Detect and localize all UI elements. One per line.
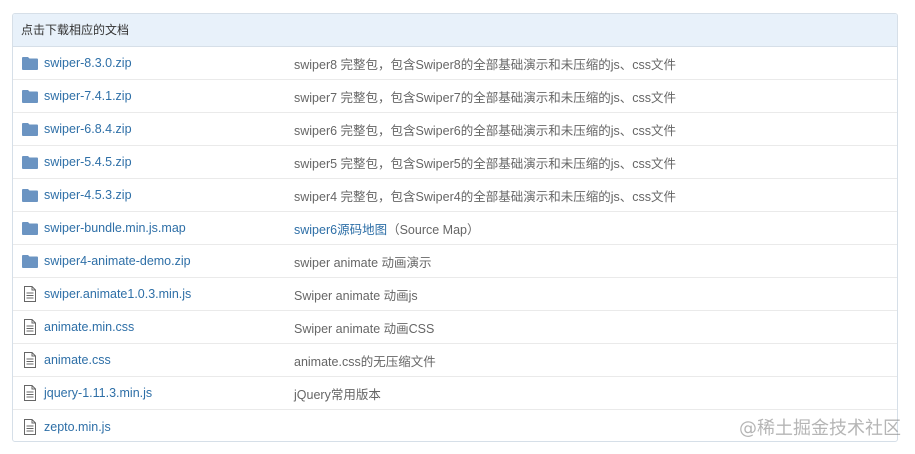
file-row: animate.min.css Swiper animate 动画CSS <box>13 311 897 344</box>
file-icon <box>22 385 38 401</box>
file-description-text: swiper4 完整包，包含Swiper4的全部基础演示和未压缩的js、css文… <box>294 189 676 204</box>
file-download-link[interactable]: swiper-4.5.3.zip <box>44 188 294 202</box>
file-icon <box>22 352 38 368</box>
file-download-link[interactable]: animate.css <box>44 353 294 367</box>
folder-icon <box>22 253 38 269</box>
folder-icon <box>22 220 38 236</box>
file-download-link[interactable]: swiper4-animate-demo.zip <box>44 254 294 268</box>
file-description: Swiper animate 动画CSS <box>294 318 434 337</box>
file-row: swiper.animate1.0.3.min.js Swiper animate… <box>13 278 897 311</box>
file-description: swiper7 完整包，包含Swiper7的全部基础演示和未压缩的js、css文… <box>294 87 676 106</box>
file-description-text: （Source Map） <box>387 222 480 237</box>
file-icon <box>22 418 38 435</box>
file-description: animate.css的无压缩文件 <box>294 351 436 370</box>
folder-icon <box>22 187 38 203</box>
file-description: swiper5 完整包，包含Swiper5的全部基础演示和未压缩的js、css文… <box>294 153 676 172</box>
file-icon <box>22 286 38 302</box>
file-row: swiper-4.5.3.zip swiper4 完整包，包含Swiper4的全部… <box>13 179 897 212</box>
folder-icon <box>22 121 38 137</box>
panel-title: 点击下载相应的文档 <box>13 14 897 47</box>
file-list: swiper-8.3.0.zip swiper8 完整包，包含Swiper8的全部… <box>13 47 897 441</box>
file-description: swiper6 完整包，包含Swiper6的全部基础演示和未压缩的js、css文… <box>294 120 676 139</box>
file-row: zepto.min.js <box>13 410 897 441</box>
download-panel: 点击下载相应的文档 swiper-8.3.0.zip swiper8 完整包，包含… <box>12 13 898 442</box>
folder-icon <box>22 55 38 71</box>
file-download-link[interactable]: swiper-7.4.1.zip <box>44 89 294 103</box>
file-description-text: swiper7 完整包，包含Swiper7的全部基础演示和未压缩的js、css文… <box>294 90 676 105</box>
file-row: jquery-1.11.3.min.js jQuery常用版本 <box>13 377 897 410</box>
file-description: swiper animate 动画演示 <box>294 252 432 271</box>
file-description-text: swiper animate 动画演示 <box>294 255 432 270</box>
file-download-link[interactable]: jquery-1.11.3.min.js <box>44 386 294 400</box>
file-description: jQuery常用版本 <box>294 384 381 403</box>
file-download-link[interactable]: zepto.min.js <box>44 420 294 434</box>
file-description-text: animate.css的无压缩文件 <box>294 354 436 369</box>
file-description-text: Swiper animate 动画js <box>294 288 418 303</box>
file-description-text: Swiper animate 动画CSS <box>294 321 435 336</box>
file-description-text: swiper6 完整包，包含Swiper6的全部基础演示和未压缩的js、css文… <box>294 123 676 138</box>
source-map-link[interactable]: swiper6源码地图 <box>294 223 387 237</box>
file-description-text: jQuery常用版本 <box>294 387 381 402</box>
file-row: swiper-5.4.5.zip swiper5 完整包，包含Swiper5的全部… <box>13 146 897 179</box>
file-download-link[interactable]: swiper-6.8.4.zip <box>44 122 294 136</box>
folder-icon <box>22 154 38 170</box>
folder-icon <box>22 88 38 104</box>
file-download-link[interactable]: swiper-bundle.min.js.map <box>44 221 294 235</box>
file-download-link[interactable]: animate.min.css <box>44 320 294 334</box>
file-download-link[interactable]: swiper.animate1.0.3.min.js <box>44 287 294 301</box>
file-description-text: swiper5 完整包，包含Swiper5的全部基础演示和未压缩的js、css文… <box>294 156 676 171</box>
file-row: swiper-6.8.4.zip swiper6 完整包，包含Swiper6的全部… <box>13 113 897 146</box>
file-row: swiper-7.4.1.zip swiper7 完整包，包含Swiper7的全部… <box>13 80 897 113</box>
file-description-text: swiper8 完整包，包含Swiper8的全部基础演示和未压缩的js、css文… <box>294 57 676 72</box>
file-download-link[interactable]: swiper-8.3.0.zip <box>44 56 294 70</box>
file-description: swiper8 完整包，包含Swiper8的全部基础演示和未压缩的js、css文… <box>294 54 676 73</box>
file-row: animate.css animate.css的无压缩文件 <box>13 344 897 377</box>
file-description: Swiper animate 动画js <box>294 285 418 304</box>
file-row: swiper4-animate-demo.zip swiper animate 动… <box>13 245 897 278</box>
file-download-link[interactable]: swiper-5.4.5.zip <box>44 155 294 169</box>
file-row: swiper-8.3.0.zip swiper8 完整包，包含Swiper8的全部… <box>13 47 897 80</box>
file-description: swiper4 完整包，包含Swiper4的全部基础演示和未压缩的js、css文… <box>294 186 676 205</box>
file-description: swiper6源码地图（Source Map） <box>294 219 479 238</box>
file-row: swiper-bundle.min.js.map swiper6源码地图（Sour… <box>13 212 897 245</box>
file-icon <box>22 319 38 335</box>
